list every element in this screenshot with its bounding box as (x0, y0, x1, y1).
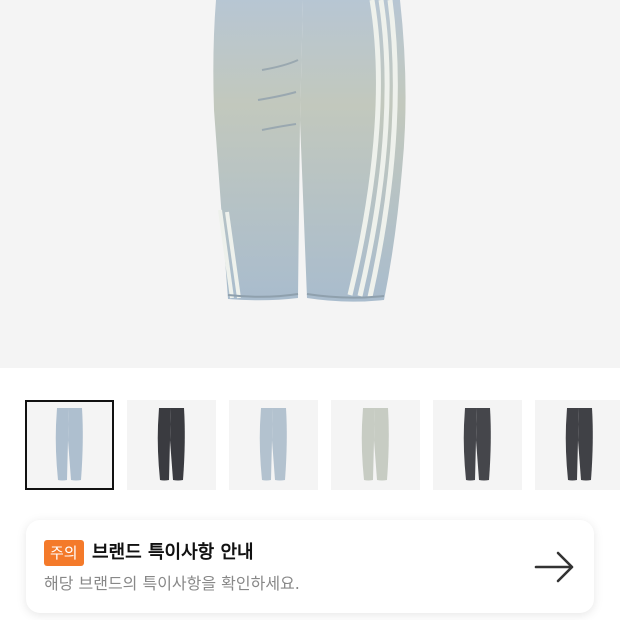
product-thumbnail[interactable] (535, 400, 620, 490)
warning-badge: 주의 (44, 540, 84, 566)
brand-notice-card[interactable]: 주의 브랜드 특이사항 안내 해당 브랜드의 특이사항을 확인하세요. (26, 520, 594, 613)
product-thumbnail[interactable] (127, 400, 216, 490)
product-main-image[interactable] (0, 0, 620, 368)
notice-description: 해당 브랜드의 특이사항을 확인하세요. (44, 574, 300, 593)
product-thumbnail[interactable] (433, 400, 522, 490)
jeans-thumbnail-icon (259, 408, 287, 481)
jeans-thumbnail-icon (157, 408, 185, 481)
product-thumbnail[interactable] (229, 400, 318, 490)
jeans-thumbnail-icon (361, 408, 389, 481)
notice-title: 브랜드 특이사항 안내 (92, 542, 254, 563)
jeans-thumbnail-icon (565, 408, 593, 481)
jeans-thumbnail-icon (463, 408, 491, 481)
jeans-thumbnail-icon (55, 408, 83, 481)
product-thumbnail[interactable] (331, 400, 420, 490)
arrow-right-icon[interactable] (534, 550, 576, 584)
thumbnail-strip (25, 400, 620, 490)
product-thumbnail[interactable] (25, 400, 114, 490)
jeans-illustration (213, 0, 406, 302)
